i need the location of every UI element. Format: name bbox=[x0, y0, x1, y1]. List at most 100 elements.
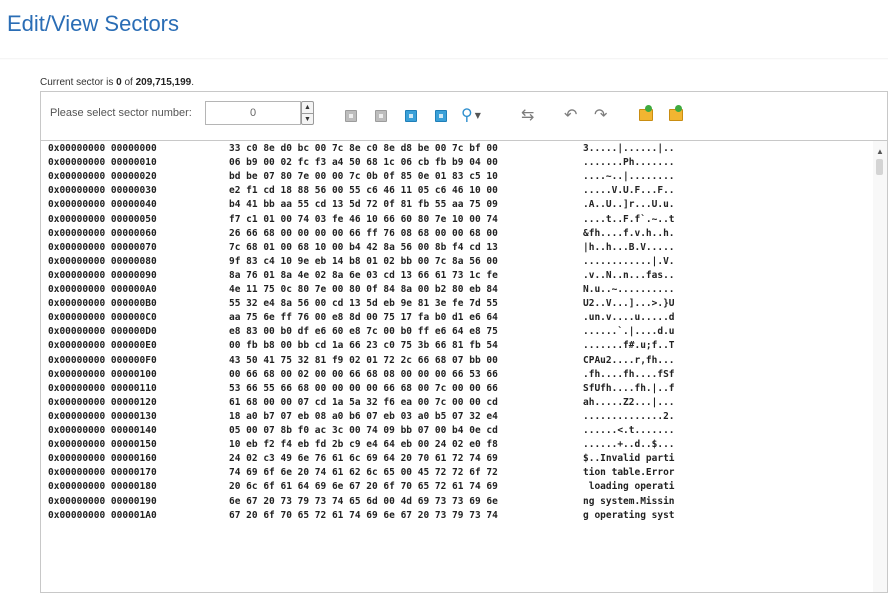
status-prefix: Current sector is bbox=[40, 77, 117, 88]
row-ascii: N.u..~.......... bbox=[583, 284, 675, 295]
row-ascii: .......Ph....... bbox=[583, 157, 675, 169]
row-ascii: ......+..d..$... bbox=[583, 439, 675, 451]
redo-icon[interactable]: ↷ bbox=[594, 105, 607, 125]
row-ascii: loading operati bbox=[583, 481, 675, 493]
row-hex-bytes: 33 c0 8e d0 bc 00 7c 8e c0 8e d8 be 00 7… bbox=[229, 143, 498, 154]
row-ascii: ......`.|....d.u bbox=[583, 326, 675, 338]
row-address: 0x00000000 000001A0 bbox=[48, 509, 157, 521]
row-address: 0x00000000 00000080 bbox=[48, 255, 157, 267]
row-address: 0x00000000 00000000 bbox=[48, 143, 157, 154]
row-hex-bytes: aa 75 6e ff 76 00 e8 8d 00 75 17 fa b0 d… bbox=[229, 312, 498, 324]
row-address: 0x00000000 00000160 bbox=[48, 453, 157, 465]
row-ascii: .......f#.u;f..T bbox=[583, 340, 675, 352]
row-address: 0x00000000 00000170 bbox=[48, 467, 157, 479]
row-ascii: tion table.Error bbox=[583, 467, 675, 479]
status-suffix: . bbox=[191, 77, 195, 88]
row-address: 0x00000000 00000140 bbox=[48, 425, 157, 436]
row-hex-bytes: 67 20 6f 70 65 72 61 74 69 6e 67 20 73 7… bbox=[229, 509, 498, 521]
row-hex-bytes: 20 6c 6f 61 64 69 6e 67 20 6f 70 65 72 6… bbox=[229, 481, 498, 493]
row-ascii: SfUfh....fh.|..f bbox=[583, 382, 675, 394]
row-address: 0x00000000 00000090 bbox=[48, 269, 157, 281]
row-hex-bytes: 55 32 e4 8a 56 00 cd 13 5d eb 9e 81 3e f… bbox=[229, 298, 498, 310]
scroll-up-icon[interactable]: ▲ bbox=[876, 147, 884, 156]
import-folder-icon[interactable] bbox=[639, 105, 653, 121]
row-ascii: 3.....|......|.. bbox=[583, 143, 675, 154]
jump-icon[interactable]: ⇆ bbox=[521, 105, 534, 125]
row-hex-bytes: 24 02 c3 49 6e 76 61 6c 69 64 20 70 61 7… bbox=[229, 453, 498, 465]
row-address: 0x00000000 00000040 bbox=[48, 199, 157, 211]
vertical-scrollbar[interactable]: ▲ bbox=[873, 141, 887, 592]
row-ascii: &fh....f.v.h..h. bbox=[583, 227, 675, 239]
row-address: 0x00000000 000000F0 bbox=[48, 354, 157, 366]
sector-number-spinner[interactable]: ▲ ▼ bbox=[301, 101, 314, 125]
row-hex-bytes: 53 66 55 66 68 00 00 00 00 66 68 00 7c 0… bbox=[229, 382, 498, 394]
undo-icon[interactable]: ↶ bbox=[564, 105, 577, 125]
row-ascii: ..............2. bbox=[583, 410, 675, 422]
row-address: 0x00000000 000000E0 bbox=[48, 340, 157, 352]
export-folder-icon[interactable] bbox=[669, 105, 683, 121]
row-ascii: ......<.t....... bbox=[583, 425, 675, 436]
row-ascii: ....t..F.f`.~..t bbox=[583, 213, 675, 225]
row-ascii: U2..V...]...>.}U bbox=[583, 298, 675, 310]
sector-toolbar: Please select sector number: ▲ ▼ ⚲▼ ⇆ ↶ … bbox=[41, 92, 887, 141]
row-hex-bytes: 4e 11 75 0c 80 7e 00 80 0f 84 8a 00 b2 8… bbox=[229, 284, 498, 295]
row-ascii: .....V.U.F...F.. bbox=[583, 185, 675, 197]
sector-number-label: Please select sector number: bbox=[50, 107, 192, 119]
row-address: 0x00000000 00000020 bbox=[48, 171, 157, 183]
row-hex-bytes: 7c 68 01 00 68 10 00 b4 42 8a 56 00 8b f… bbox=[229, 241, 498, 253]
status-mid: of bbox=[121, 77, 136, 88]
row-address: 0x00000000 00000050 bbox=[48, 213, 157, 225]
row-hex-bytes: 26 66 68 00 00 00 00 66 ff 76 08 68 00 0… bbox=[229, 227, 498, 239]
row-ascii: .un.v....u.....d bbox=[583, 312, 675, 324]
row-hex-bytes: 43 50 41 75 32 81 f9 02 01 72 2c 66 68 0… bbox=[229, 354, 498, 366]
row-address: 0x00000000 00000120 bbox=[48, 396, 157, 408]
current-sector-status: Current sector is 0 of 209,715,199. bbox=[40, 77, 194, 88]
row-hex-bytes: 06 b9 00 02 fc f3 a4 50 68 1c 06 cb fb b… bbox=[229, 157, 498, 169]
first-sector-icon[interactable] bbox=[345, 110, 357, 122]
row-ascii: .v..N..n...fas.. bbox=[583, 269, 675, 281]
row-address: 0x00000000 00000130 bbox=[48, 410, 157, 422]
hex-view[interactable]: 0x00000000 00000000 33 c0 8e d0 bc 00 7c … bbox=[41, 141, 887, 592]
row-address: 0x00000000 000000A0 bbox=[48, 284, 157, 295]
row-ascii: CPAu2....r,fh... bbox=[583, 354, 675, 366]
row-hex-bytes: f7 c1 01 00 74 03 fe 46 10 66 60 80 7e 1… bbox=[229, 213, 498, 225]
row-ascii: ng system.Missin bbox=[583, 495, 675, 507]
panel-divider bbox=[0, 58, 888, 60]
row-address: 0x00000000 000000C0 bbox=[48, 312, 157, 324]
row-hex-bytes: 00 fb b8 00 bb cd 1a 66 23 c0 75 3b 66 8… bbox=[229, 340, 498, 352]
row-address: 0x00000000 00000180 bbox=[48, 481, 157, 493]
row-address: 0x00000000 000000D0 bbox=[48, 326, 157, 338]
row-hex-bytes: 00 66 68 00 02 00 00 66 68 08 00 00 00 6… bbox=[229, 368, 498, 380]
row-ascii: |h..h...B.V..... bbox=[583, 241, 675, 253]
row-address: 0x00000000 00000060 bbox=[48, 227, 157, 239]
search-dropdown-icon[interactable]: ▼ bbox=[475, 111, 481, 120]
row-hex-bytes: 10 eb f2 f4 eb fd 2b c9 e4 64 eb 00 24 0… bbox=[229, 439, 498, 451]
row-hex-bytes: 05 00 07 8b f0 ac 3c 00 74 09 bb 07 00 b… bbox=[229, 425, 498, 436]
row-hex-bytes: e2 f1 cd 18 88 56 00 55 c6 46 11 05 c6 4… bbox=[229, 185, 498, 197]
row-address: 0x00000000 00000010 bbox=[48, 157, 157, 169]
row-hex-bytes: 74 69 6f 6e 20 74 61 62 6c 65 00 45 72 7… bbox=[229, 467, 498, 479]
row-hex-bytes: 18 a0 b7 07 eb 08 a0 b6 07 eb 03 a0 b5 0… bbox=[229, 410, 498, 422]
last-sector-icon[interactable] bbox=[435, 110, 447, 122]
row-hex-bytes: b4 41 bb aa 55 cd 13 5d 72 0f 81 fb 55 a… bbox=[229, 199, 498, 211]
sector-number-input[interactable] bbox=[205, 101, 301, 125]
row-ascii: g operating syst bbox=[583, 509, 675, 521]
search-icon[interactable]: ⚲ ▼ bbox=[461, 105, 481, 126]
row-ascii: ah.....Z2...|... bbox=[583, 396, 675, 408]
row-ascii: .fh....fh....fSf bbox=[583, 368, 675, 380]
spinner-down-icon[interactable]: ▼ bbox=[302, 113, 313, 125]
row-hex-bytes: 9f 83 c4 10 9e eb 14 b8 01 02 bb 00 7c 8… bbox=[229, 255, 498, 267]
row-hex-bytes: 8a 76 01 8a 4e 02 8a 6e 03 cd 13 66 61 7… bbox=[229, 269, 498, 281]
row-address: 0x00000000 00000100 bbox=[48, 368, 157, 380]
row-hex-bytes: 6e 67 20 73 79 73 74 65 6d 00 4d 69 73 7… bbox=[229, 495, 498, 507]
spinner-up-icon[interactable]: ▲ bbox=[302, 102, 313, 113]
row-address: 0x00000000 00000190 bbox=[48, 495, 157, 507]
previous-sector-icon[interactable] bbox=[375, 110, 387, 122]
next-sector-icon[interactable] bbox=[405, 110, 417, 122]
row-ascii: .A..U..]r...U.u. bbox=[583, 199, 675, 211]
row-hex-bytes: bd be 07 80 7e 00 00 7c 0b 0f 85 0e 01 8… bbox=[229, 171, 498, 183]
row-ascii: ....~..|........ bbox=[583, 171, 675, 183]
row-hex-bytes: e8 83 00 b0 df e6 60 e8 7c 00 b0 ff e6 6… bbox=[229, 326, 498, 338]
page-title: Edit/View Sectors bbox=[7, 11, 180, 36]
scroll-thumb[interactable] bbox=[876, 159, 883, 175]
